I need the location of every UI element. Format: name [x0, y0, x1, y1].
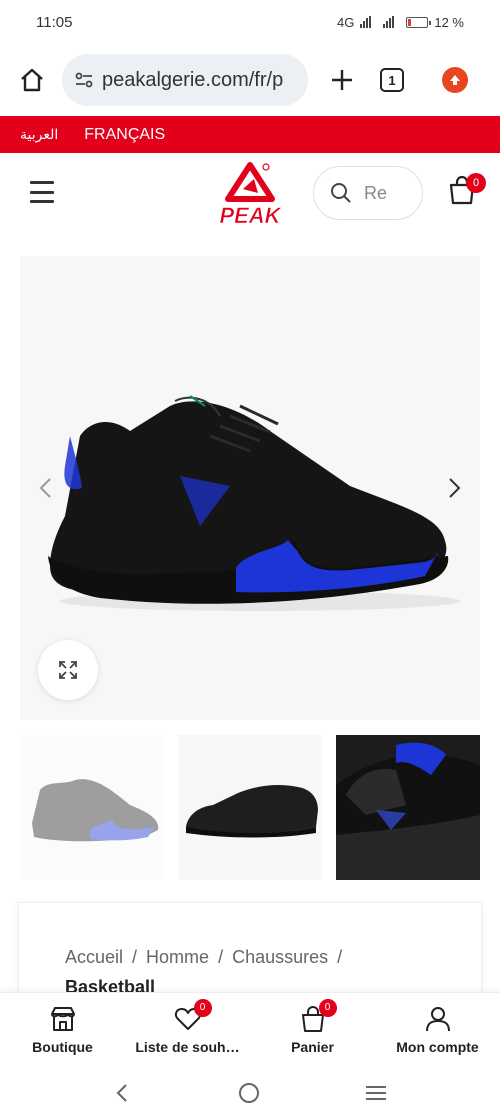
home-button[interactable]: [10, 58, 54, 102]
thumbnail-3[interactable]: [336, 735, 480, 880]
previous-image-arrow[interactable]: [34, 476, 58, 500]
network-type: 4G: [337, 14, 355, 30]
home-icon: [21, 68, 43, 92]
nav-label-boutique: Boutique: [32, 1038, 93, 1055]
recents-icon[interactable]: [364, 1081, 388, 1105]
url-text: peakalgerie.com/fr/p: [102, 68, 284, 91]
nav-label-panier: Panier: [291, 1038, 334, 1055]
plus-icon: [332, 70, 352, 90]
back-icon[interactable]: [112, 1082, 134, 1104]
shoe-thumbnail-image: [32, 779, 159, 842]
nav-account[interactable]: Mon compte: [375, 993, 500, 1066]
arrow-up-icon: [450, 75, 460, 85]
browser-toolbar: peakalgerie.com/fr/p 1: [0, 44, 500, 116]
status-time: 11:05: [36, 13, 73, 31]
nav-panier[interactable]: 0 Panier: [250, 993, 375, 1066]
wishlist-icon-wrap: 0: [174, 998, 212, 1033]
nav-label-account: Mon compte: [396, 1038, 479, 1055]
breadcrumb-separator: /: [218, 947, 224, 967]
breadcrumb-home-link[interactable]: Accueil: [65, 947, 123, 967]
breadcrumb-chaussures-link[interactable]: Chaussures: [232, 947, 328, 967]
next-image-arrow[interactable]: [442, 476, 466, 500]
nav-boutique[interactable]: Boutique: [0, 993, 125, 1066]
bottom-navigation: Boutique 0 Liste de souh… 0 Panier Mon c…: [0, 992, 500, 1066]
status-bar: 11:05 4G 12 %: [0, 0, 500, 44]
battery-icon: [406, 16, 432, 28]
shoe-side-thumbnail-image: [186, 785, 318, 838]
new-tab-button[interactable]: [322, 60, 362, 100]
search-icon: [331, 183, 351, 203]
tab-switcher-button[interactable]: 1: [380, 68, 404, 92]
signal-icon-2: [383, 16, 395, 28]
expand-icon: [59, 661, 77, 679]
language-bar: العربية FRANÇAIS: [0, 116, 500, 153]
cart-count-badge: 0: [466, 173, 486, 193]
thumbnail-gallery: [20, 735, 480, 880]
breadcrumb-homme-link[interactable]: Homme: [146, 947, 209, 967]
search-input[interactable]: Re: [313, 166, 423, 220]
wishlist-count-badge: 0: [193, 998, 212, 1017]
peak-logo[interactable]: PEAK: [210, 159, 290, 227]
home-circle-icon[interactable]: [237, 1081, 261, 1105]
cart-count-badge: 0: [318, 998, 337, 1017]
site-header: PEAK Re 0: [0, 153, 500, 233]
battery-level: 12 %: [434, 14, 464, 30]
thumbnail-2[interactable]: [178, 735, 322, 880]
site-settings-icon[interactable]: [74, 70, 94, 90]
shoe-heel-thumbnail-image: [336, 735, 480, 880]
user-icon: [425, 1006, 450, 1031]
breadcrumb-separator: /: [337, 947, 343, 967]
logo-text: PEAK: [219, 203, 282, 227]
thumbnail-1[interactable]: [20, 735, 164, 880]
update-button[interactable]: [442, 67, 468, 93]
store-icon: [50, 1006, 75, 1031]
language-french-link[interactable]: FRANÇAIS: [84, 126, 165, 144]
search-placeholder: Re: [364, 182, 388, 203]
nav-wishlist[interactable]: 0 Liste de souh…: [125, 993, 250, 1066]
status-icons: 4G 12 %: [337, 15, 464, 30]
system-navigation: [0, 1066, 500, 1120]
zoom-button[interactable]: [38, 640, 98, 700]
tab-count: 1: [388, 72, 396, 88]
nav-label-wishlist: Liste de souh…: [135, 1038, 240, 1055]
address-bar[interactable]: peakalgerie.com/fr/p: [62, 54, 308, 106]
menu-icon[interactable]: [30, 181, 54, 203]
breadcrumb-separator: /: [132, 947, 138, 967]
breadcrumb: Accueil / Homme / Chaussures /: [65, 947, 351, 968]
cart-icon-wrap: 0: [299, 998, 337, 1033]
signal-icon: [360, 16, 372, 28]
language-arabic-link[interactable]: العربية: [20, 126, 58, 143]
